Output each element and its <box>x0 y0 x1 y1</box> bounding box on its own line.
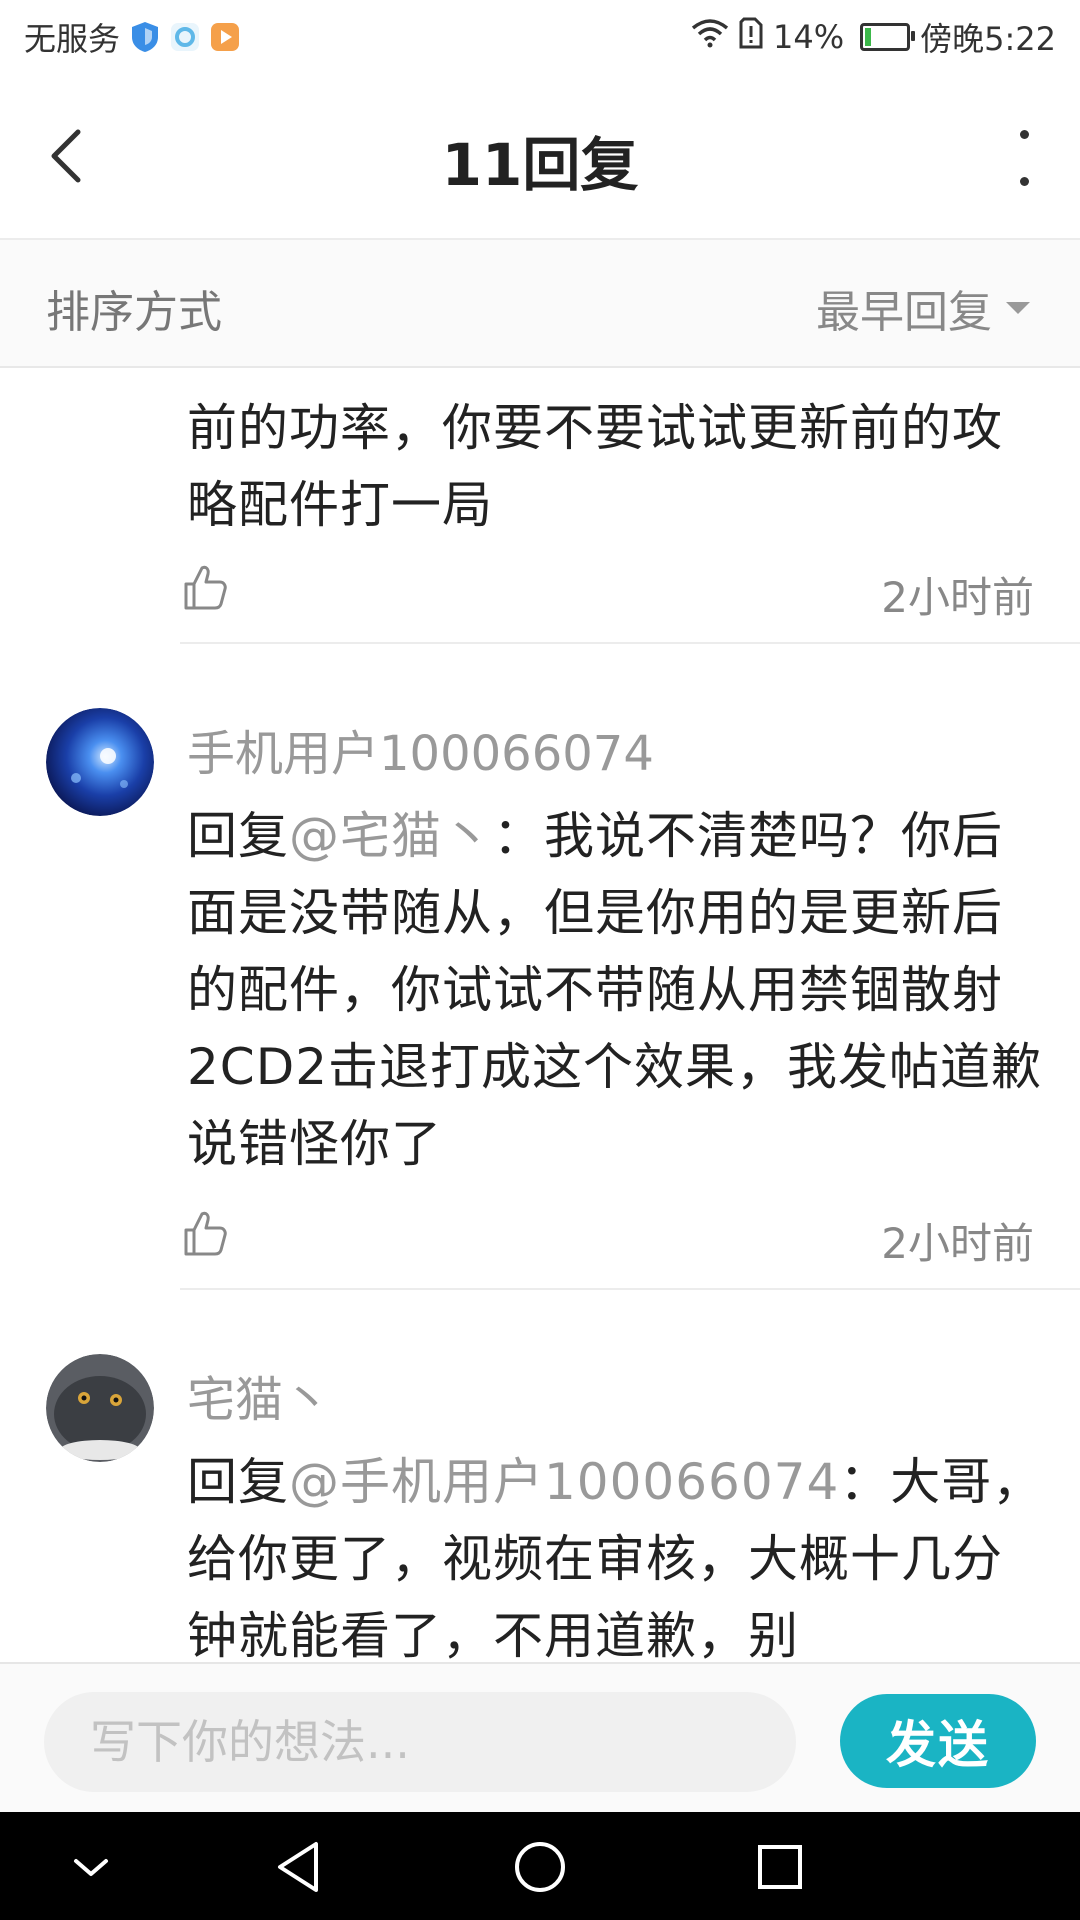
like-button[interactable] <box>182 1208 228 1258</box>
sim-alert-icon <box>739 17 763 57</box>
sort-bar: 排序方式 最早回复 <box>0 240 1080 368</box>
avatar[interactable] <box>46 1354 154 1462</box>
play-app-icon <box>210 20 240 54</box>
system-nav-bar <box>0 1812 1080 1920</box>
comment-list[interactable]: 前的功率，你要不要试试更新前的攻略配件打一局 2小时前 手机用户10006607… <box>0 368 1080 1662</box>
sort-value-label: 最早回复 <box>816 287 992 338</box>
cloud-app-icon <box>170 20 200 54</box>
status-time: 傍晚5:22 <box>920 20 1056 58</box>
home-circle-icon <box>515 1842 565 1892</box>
comment-text: 前的功率，你要不要试试更新前的攻略配件打一局 <box>187 399 1003 534</box>
reply-mention[interactable]: @手机用户100066074 <box>289 1453 839 1511</box>
chevron-down-icon <box>74 1859 108 1876</box>
nav-home-button[interactable] <box>505 1832 575 1902</box>
avatar[interactable] <box>46 708 154 816</box>
status-right: 14% 傍晚5:22 <box>691 14 1056 60</box>
status-left: 无服务 <box>24 14 240 60</box>
comment-meta: 2小时前 <box>182 1208 1034 1268</box>
reply-mention[interactable]: @宅猫丶 <box>289 807 493 865</box>
status-bar: 无服务 14% 傍晚5:22 <box>0 0 1080 76</box>
shield-app-icon <box>130 20 160 54</box>
carrier-label: 无服务 <box>24 20 121 58</box>
comment-text: 回复@宅猫丶：我说不清楚吗？你后面是没带随从，但是你用的是更新后的配件，你试试不… <box>187 798 1047 1183</box>
comment-input-bar: 发送 <box>0 1662 1080 1814</box>
comment-username[interactable]: 手机用户100066074 <box>187 714 654 784</box>
like-button[interactable] <box>182 562 228 612</box>
nav-collapse-button[interactable] <box>56 1832 126 1902</box>
header: 11回复 <box>0 76 1080 240</box>
comment-time: 2小时前 <box>881 1219 1034 1268</box>
comment-body: 前的功率，你要不要试试更新前的攻略配件打一局 <box>187 390 1047 544</box>
nav-back-button[interactable] <box>266 1832 336 1902</box>
more-dot <box>1019 177 1029 186</box>
battery-icon <box>860 23 916 51</box>
page-title: 11回复 <box>441 131 639 199</box>
sort-label: 排序方式 <box>46 287 222 338</box>
reply-prefix: 回复 <box>187 1453 289 1511</box>
caret-down-icon <box>1006 302 1030 314</box>
battery-percent: 14% <box>773 18 845 56</box>
reply-prefix: 回复 <box>187 807 289 865</box>
comment-divider <box>180 642 1080 644</box>
comment-divider <box>180 1288 1080 1290</box>
more-dot <box>1019 130 1029 139</box>
more-options-button[interactable] <box>1012 130 1036 186</box>
send-button[interactable]: 发送 <box>840 1694 1036 1788</box>
comment-username[interactable]: 宅猫丶 <box>187 1360 331 1430</box>
wifi-icon <box>691 18 729 56</box>
comment-body: 回复@宅猫丶：我说不清楚吗？你后面是没带随从，但是你用的是更新后的配件，你试试不… <box>187 798 1047 1183</box>
comment-time: 2小时前 <box>881 573 1034 622</box>
comment-body: 回复@手机用户100066074：大哥，给你更了，视频在审核，大概十几分钟就能看… <box>187 1444 1047 1662</box>
thumbs-up-icon <box>184 565 227 610</box>
comment-meta: 2小时前 <box>182 562 1034 622</box>
comment-input[interactable] <box>44 1692 796 1792</box>
comment-text: 回复@手机用户100066074：大哥，给你更了，视频在审核，大概十几分钟就能看… <box>187 1444 1047 1662</box>
recents-square-icon <box>758 1845 802 1889</box>
thumbs-up-icon <box>184 1211 227 1256</box>
nav-recents-button[interactable] <box>745 1832 815 1902</box>
back-triangle-icon <box>278 1842 318 1892</box>
sort-dropdown[interactable]: 最早回复 <box>816 276 1030 340</box>
